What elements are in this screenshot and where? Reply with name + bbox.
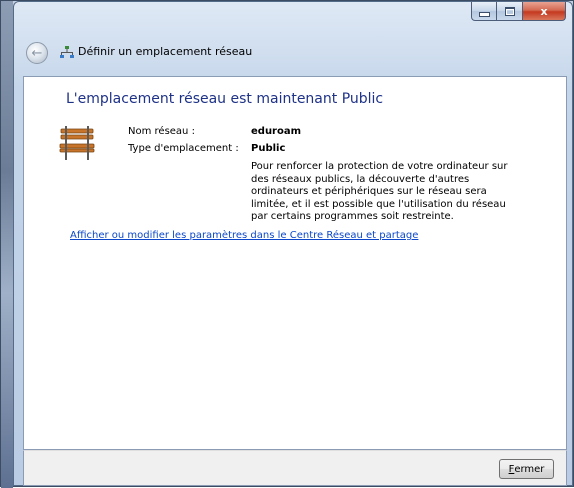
caption-buttons: x	[471, 2, 566, 22]
location-type-label: Type d'emplacement :	[128, 143, 239, 154]
page-heading: L'emplacement réseau est maintenant Publ…	[66, 91, 384, 107]
minimize-icon	[478, 11, 490, 17]
close-button[interactable]: Fermer	[499, 459, 554, 479]
desktop-background-strip	[1, 1, 13, 488]
close-icon: x	[540, 4, 548, 18]
back-arrow-icon: ←	[31, 45, 43, 61]
network-name-label: Nom réseau :	[128, 126, 195, 137]
dialog-window: x ← Définir un emplacement réseau L'empl…	[0, 0, 574, 488]
close-button-label: ermer	[514, 463, 545, 475]
public-bench-icon	[59, 126, 95, 160]
close-window-button[interactable]: x	[523, 2, 566, 21]
navigation-bar: ← Définir un emplacement réseau	[26, 40, 572, 66]
network-name-value: eduroam	[251, 126, 302, 137]
network-center-link[interactable]: Afficher ou modifier les paramètres dans…	[70, 230, 418, 241]
maximize-icon	[504, 6, 515, 16]
location-description: Pour renforcer la protection de votre or…	[251, 161, 508, 222]
maximize-button[interactable]	[497, 2, 523, 21]
back-button[interactable]: ←	[26, 42, 48, 64]
network-icon	[60, 46, 74, 58]
window-title: Définir un emplacement réseau	[78, 45, 253, 58]
minimize-button[interactable]	[471, 2, 497, 21]
location-type-value: Public	[251, 143, 286, 154]
window-frame: x ← Définir un emplacement réseau L'empl…	[13, 1, 573, 486]
button-bar: Fermer	[23, 450, 567, 486]
content-panel: L'emplacement réseau est maintenant Publ…	[23, 76, 567, 450]
